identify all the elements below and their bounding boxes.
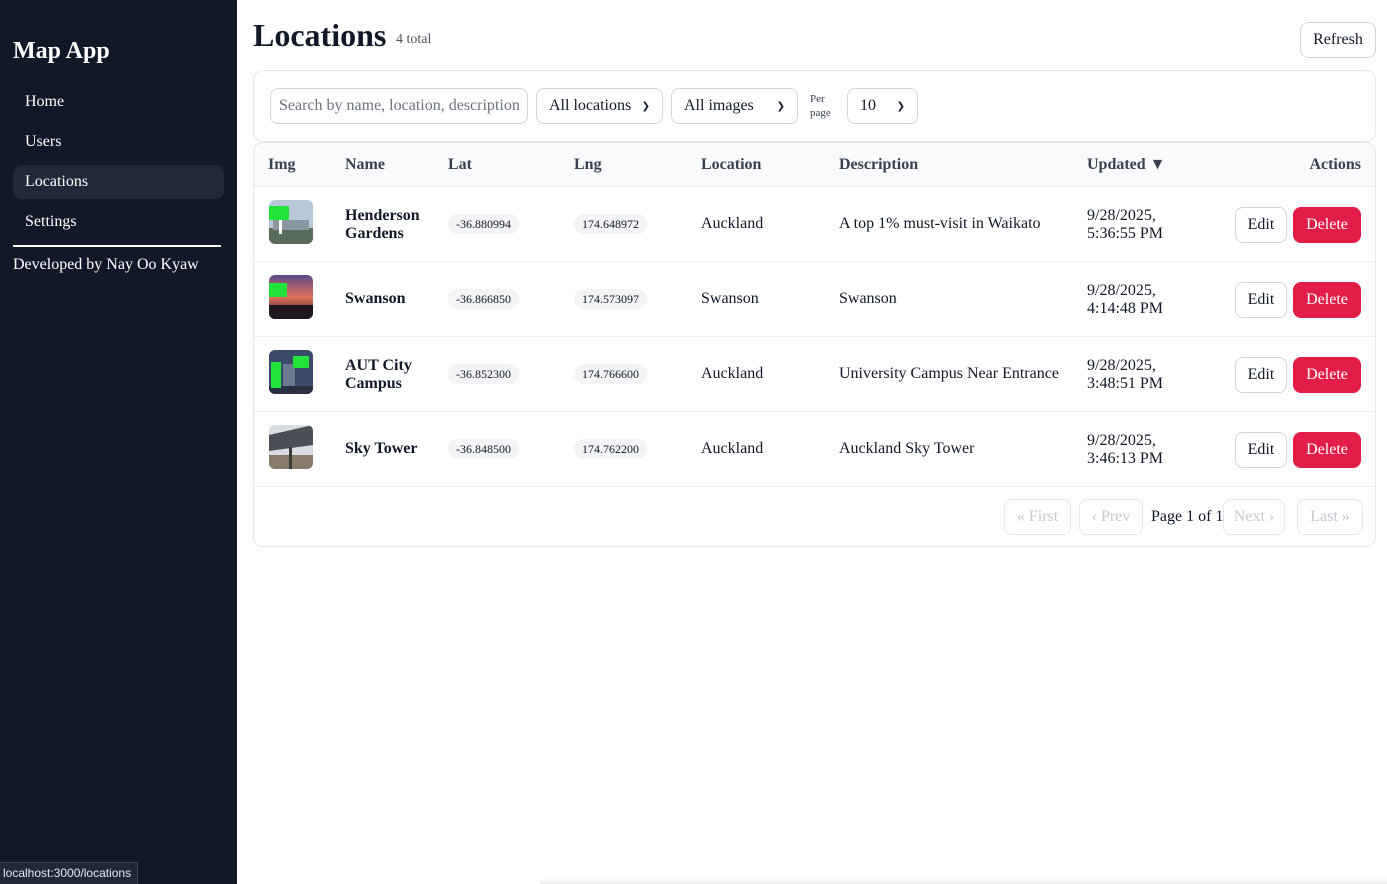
table-row: AUT City Campus -36.852300 174.766600 Au… (254, 337, 1375, 412)
updated-cell: 9/28/2025, 3:48:51 PM (1087, 357, 1164, 392)
prev-page-button[interactable]: ‹ Prev (1079, 499, 1143, 535)
location-thumbnail[interactable] (269, 200, 313, 244)
delete-button[interactable]: Delete (1293, 282, 1361, 318)
browser-status-bar: localhost:3000/locations (0, 862, 139, 884)
table-row: Henderson Gardens -36.880994 174.648972 … (254, 187, 1375, 262)
refresh-button[interactable]: Refresh (1300, 22, 1376, 58)
column-header-lng[interactable]: Lng (574, 156, 602, 174)
sidebar-item-settings[interactable]: Settings (13, 205, 224, 239)
sidebar: Map App Home Users Locations Settings De… (0, 0, 237, 884)
location-cell: Auckland (701, 440, 764, 457)
sidebar-divider (13, 245, 221, 247)
column-header-location[interactable]: Location (701, 156, 761, 174)
column-header-actions: Actions (1309, 156, 1361, 173)
search-input[interactable] (270, 88, 528, 124)
locations-table: Img Name Lat Lng Location Description Up… (253, 142, 1376, 547)
chevron-down-icon: ❯ (896, 100, 905, 112)
location-cell: Auckland (701, 215, 764, 232)
latitude-chip: -36.852300 (448, 364, 519, 384)
main-content: Locations 4 total Refresh All locations … (253, 0, 1376, 547)
developer-credit: Developed by Nay Oo Kyaw (13, 256, 199, 273)
filter-bar: All locations ❯ All images ❯ Per page 10… (253, 70, 1376, 142)
bottom-shadow (540, 878, 1387, 884)
longitude-chip: 174.762200 (574, 439, 647, 459)
page-title: Locations (253, 17, 387, 53)
column-header-updated[interactable]: Updated ▼ (1087, 156, 1166, 174)
edit-button[interactable]: Edit (1235, 432, 1287, 468)
longitude-chip: 174.766600 (574, 364, 647, 384)
delete-button[interactable]: Delete (1293, 357, 1361, 393)
sidebar-item-locations[interactable]: Locations (13, 165, 224, 199)
table-header: Img Name Lat Lng Location Description Up… (254, 143, 1375, 187)
updated-cell: 9/28/2025, 4:14:48 PM (1087, 282, 1164, 317)
latitude-chip: -36.866850 (448, 289, 519, 309)
image-filter-value: All images (684, 97, 754, 114)
edit-button[interactable]: Edit (1235, 282, 1287, 318)
location-cell: Auckland (701, 365, 764, 382)
location-filter-select[interactable]: All locations ❯ (536, 88, 663, 124)
description-cell: University Campus Near Entrance (839, 365, 1059, 382)
edit-button[interactable]: Edit (1235, 357, 1287, 393)
location-thumbnail[interactable] (269, 350, 313, 394)
page-header: Locations 4 total Refresh (253, 0, 1376, 70)
sidebar-item-users[interactable]: Users (13, 125, 224, 159)
page-info: Page 1 of 1 (1151, 508, 1224, 525)
first-page-button[interactable]: « First (1004, 499, 1071, 535)
location-thumbnail[interactable] (269, 425, 313, 469)
longitude-chip: 174.648972 (574, 214, 647, 234)
description-cell: A top 1% must-visit in Waikato (839, 215, 1041, 232)
column-header-description[interactable]: Description (839, 156, 918, 174)
table-row: Sky Tower -36.848500 174.762200 Auckland… (254, 412, 1375, 487)
delete-button[interactable]: Delete (1293, 432, 1361, 468)
per-page-label: Per page (810, 93, 831, 119)
location-name: Henderson Gardens (345, 207, 420, 242)
sidebar-item-home[interactable]: Home (13, 85, 224, 119)
delete-button[interactable]: Delete (1293, 207, 1361, 243)
chevron-down-icon: ❯ (776, 100, 785, 112)
edit-button[interactable]: Edit (1235, 207, 1287, 243)
brand-title: Map App (13, 38, 110, 64)
longitude-chip: 174.573097 (574, 289, 647, 309)
latitude-chip: -36.848500 (448, 439, 519, 459)
image-filter-select[interactable]: All images ❯ (671, 88, 798, 124)
location-filter-value: All locations (549, 97, 632, 114)
description-cell: Swanson (839, 290, 897, 307)
chevron-down-icon: ❯ (641, 100, 650, 112)
per-page-select[interactable]: 10 ❯ (847, 88, 918, 124)
location-name: Sky Tower (345, 440, 418, 457)
updated-cell: 9/28/2025, 5:36:55 PM (1087, 207, 1164, 242)
next-page-button[interactable]: Next › (1223, 499, 1285, 535)
latitude-chip: -36.880994 (448, 214, 519, 234)
total-count: 4 total (396, 32, 432, 47)
location-name: AUT City Campus (345, 357, 412, 392)
pagination: « First ‹ Prev Page 1 of 1 Next › Last » (254, 499, 1375, 535)
column-header-img: Img (268, 156, 296, 173)
location-name: Swanson (345, 290, 406, 307)
location-thumbnail[interactable] (269, 275, 313, 319)
column-header-name[interactable]: Name (345, 156, 385, 174)
location-cell: Swanson (701, 290, 759, 307)
updated-cell: 9/28/2025, 3:46:13 PM (1087, 432, 1164, 467)
last-page-button[interactable]: Last » (1297, 499, 1363, 535)
description-cell: Auckland Sky Tower (839, 440, 975, 457)
sidebar-nav: Home Users Locations Settings (13, 85, 224, 239)
column-header-lat[interactable]: Lat (448, 156, 472, 174)
per-page-value: 10 (860, 97, 876, 114)
table-row: Swanson -36.866850 174.573097 Swanson Sw… (254, 262, 1375, 337)
